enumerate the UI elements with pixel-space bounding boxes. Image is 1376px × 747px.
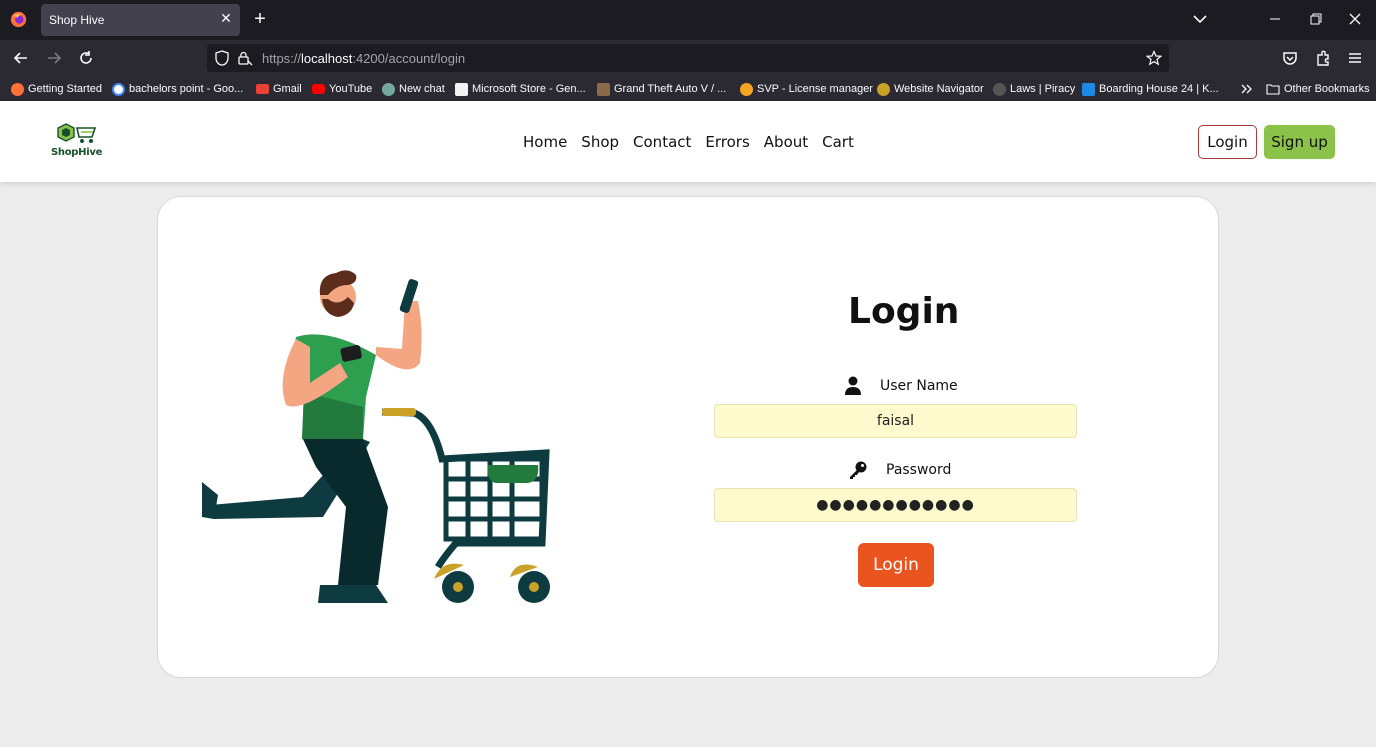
password-label: Password <box>886 462 952 478</box>
username-label-row: User Name <box>844 376 958 396</box>
chevron-right-double-icon[interactable] <box>1240 82 1254 96</box>
folder-icon <box>1266 84 1280 95</box>
bookmark-microsoft-store[interactable]: Microsoft Store - Gen... <box>455 82 586 96</box>
shield-icon[interactable] <box>214 50 230 66</box>
reload-icon[interactable] <box>77 49 95 67</box>
shophive-logo[interactable]: ShopHive <box>48 122 104 160</box>
restore-icon[interactable] <box>1302 8 1328 30</box>
pocket-icon[interactable] <box>1281 49 1299 67</box>
username-input[interactable]: faisal <box>714 404 1077 438</box>
pirate-icon <box>993 82 1006 96</box>
nav-about[interactable]: About <box>764 133 808 151</box>
url-text[interactable]: https://localhost:4200/account/login <box>262 51 465 66</box>
gta-icon <box>597 82 610 96</box>
header-login-button[interactable]: Login <box>1198 125 1257 159</box>
bookmark-gta-v[interactable]: Grand Theft Auto V / ... <box>597 82 726 96</box>
browser-tab[interactable]: Shop Hive ✕ <box>41 4 240 36</box>
bookmark-website-navigator[interactable]: Website Navigator <box>877 82 984 96</box>
bookmark-other-bookmarks[interactable]: Other Bookmarks <box>1266 82 1370 96</box>
gmail-icon <box>256 84 269 94</box>
google-icon <box>112 82 125 96</box>
shopper-with-cart-illustration <box>202 270 550 603</box>
nav-errors[interactable]: Errors <box>705 133 749 151</box>
tab-close-icon[interactable]: ✕ <box>218 10 234 26</box>
bookmark-bachelors-point[interactable]: bachelors point - Goo... <box>112 82 243 96</box>
nav-shop[interactable]: Shop <box>581 133 619 151</box>
logo-cart-icon <box>57 123 97 143</box>
header-signup-button[interactable]: Sign up <box>1264 125 1335 159</box>
bookmark-getting-started[interactable]: Getting Started <box>11 82 102 96</box>
minimize-icon[interactable] <box>1262 8 1288 30</box>
bookmark-gmail[interactable]: Gmail <box>256 82 302 96</box>
chatgpt-icon <box>382 82 395 96</box>
login-title: Login <box>848 291 960 332</box>
firefox-icon <box>11 82 24 96</box>
login-card: Login User Name faisal Password ●●●●●●●●… <box>157 196 1219 678</box>
bookmark-svp[interactable]: SVP - License manager <box>740 82 873 96</box>
new-tab-icon[interactable]: + <box>250 8 270 30</box>
bookmark-laws-piracy[interactable]: Laws | Piracy <box>993 82 1075 96</box>
store-icon <box>455 82 468 96</box>
site-header: ShopHive Home Shop Contact Errors About … <box>0 101 1376 182</box>
lock-warning-icon[interactable] <box>237 50 253 66</box>
url-bar[interactable]: https://localhost:4200/account/login <box>207 44 1169 72</box>
nav-cart[interactable]: Cart <box>822 133 854 151</box>
youtube-icon <box>312 84 325 94</box>
browser-tab-bar: Shop Hive ✕ + <box>0 0 1376 40</box>
chevron-down-icon[interactable] <box>1191 10 1209 28</box>
bookmark-new-chat[interactable]: New chat <box>382 82 445 96</box>
extensions-icon[interactable] <box>1314 49 1332 67</box>
logo-text: ShopHive <box>51 147 103 158</box>
bookmark-boarding-house[interactable]: Boarding House 24 | K... <box>1082 82 1219 96</box>
firefox-icon <box>10 11 27 28</box>
navigator-icon <box>877 82 890 96</box>
back-icon[interactable] <box>12 49 30 67</box>
close-window-icon[interactable] <box>1342 8 1368 30</box>
forward-icon[interactable] <box>45 49 63 67</box>
password-label-row: Password <box>848 460 951 480</box>
username-label: User Name <box>880 378 958 394</box>
key-icon <box>850 461 867 479</box>
svp-icon <box>740 82 753 96</box>
menu-icon[interactable] <box>1346 49 1364 67</box>
main-nav: Home Shop Contact Errors About Cart <box>523 133 854 151</box>
bookmark-youtube[interactable]: YouTube <box>312 82 372 96</box>
nav-home[interactable]: Home <box>523 133 567 151</box>
star-icon[interactable] <box>1146 50 1162 66</box>
bookmarks-bar: Getting Started bachelors point - Goo...… <box>0 76 1376 101</box>
r-icon <box>1082 82 1095 96</box>
login-submit-button[interactable]: Login <box>858 543 934 587</box>
tab-title: Shop Hive <box>49 13 105 27</box>
nav-contact[interactable]: Contact <box>633 133 691 151</box>
user-icon <box>845 376 861 395</box>
password-input[interactable]: ●●●●●●●●●●●● <box>714 488 1077 522</box>
